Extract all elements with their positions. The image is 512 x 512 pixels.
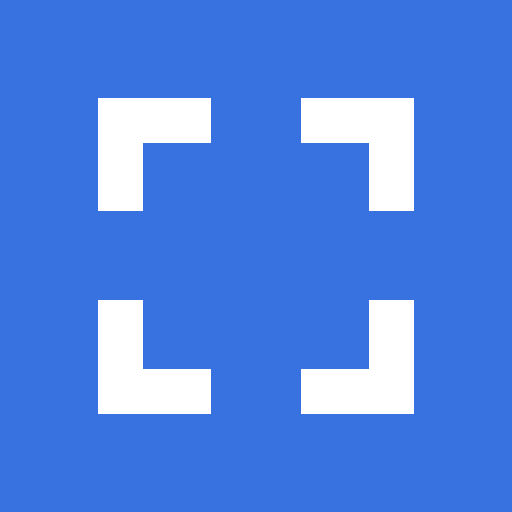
corner-bottom-left [98, 300, 211, 414]
corner-top-right [301, 98, 414, 211]
fullscreen-app-icon [0, 0, 512, 512]
corner-bottom-right [301, 300, 414, 414]
fullscreen-icon [98, 98, 414, 414]
corner-top-left [98, 98, 211, 211]
